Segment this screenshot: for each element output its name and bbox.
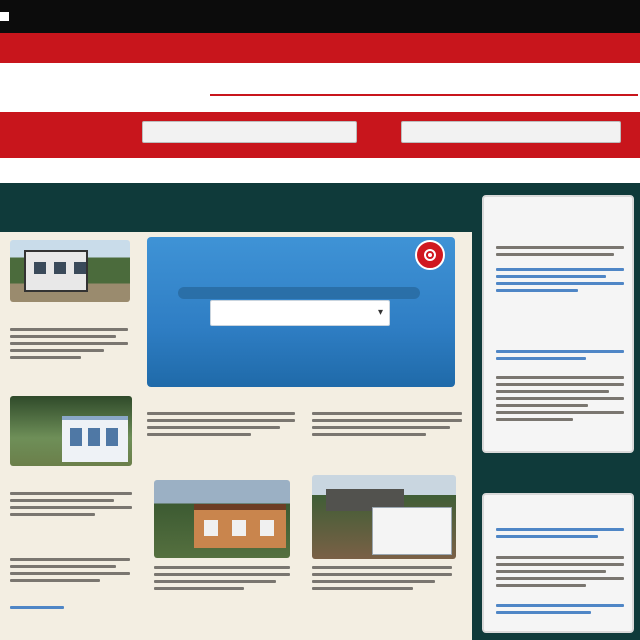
left-link-bar[interactable] [10,606,64,609]
chevron-down-icon[interactable]: ▾ [378,301,383,325]
left-title-1[interactable] [10,312,122,324]
sidebar-card-2-links-2[interactable] [496,604,624,614]
sidebar-card-1-text-2 [496,376,624,421]
sidebar-card-2-text [496,556,624,587]
sidebar-card-1-links[interactable] [496,268,624,292]
site-logo[interactable] [40,68,220,100]
nav-label [6,128,132,140]
top-link-2[interactable] [494,10,556,24]
nav-field-1[interactable] [142,121,357,143]
sidebar-card-1-text [496,246,624,256]
left-title-3[interactable] [10,542,108,554]
chat-bubble-icon[interactable] [415,240,445,270]
section-text-4 [312,566,452,590]
left-title-2[interactable] [10,476,110,488]
house-thumbnail[interactable] [10,240,130,302]
sidebar-card-2-heading [510,500,606,518]
section-text-1 [147,412,295,436]
section-text-3 [154,566,290,590]
left-text-1 [10,328,128,359]
header-divider [210,94,638,96]
promo-highlight-bar [178,287,420,299]
section-text-2 [312,412,462,436]
square-logo-icon[interactable] [0,12,9,21]
left-text-2 [10,492,132,516]
sub-link-1[interactable] [168,164,278,176]
top-link-1[interactable] [448,10,484,24]
sidebar-card-1-red-heading[interactable] [508,324,604,342]
main-heading [104,202,414,220]
modular-home-thumbnail[interactable] [312,475,456,559]
left-text-3 [10,558,130,582]
site-slogan [228,74,528,88]
mobile-home-thumbnail[interactable] [10,396,132,466]
sidebar-card-2-links[interactable] [496,528,624,538]
sidebar-rail-heading [526,463,596,483]
nav-field-2[interactable] [401,121,621,143]
promo-search-input[interactable]: ▾ [210,300,390,326]
sidebar-card-1-links-2[interactable] [496,350,624,360]
sub-link-2[interactable] [332,164,508,176]
sub-nav-strip [0,158,640,183]
section-title-2[interactable] [312,396,392,408]
sidebar-card-1-heading [508,200,612,218]
top-link-3[interactable] [564,10,628,24]
header-tagline [356,47,626,59]
section-title-1[interactable] [147,396,277,408]
sidebar-card-1-subheading[interactable] [502,220,612,238]
ranch-house-thumbnail[interactable] [154,480,290,558]
